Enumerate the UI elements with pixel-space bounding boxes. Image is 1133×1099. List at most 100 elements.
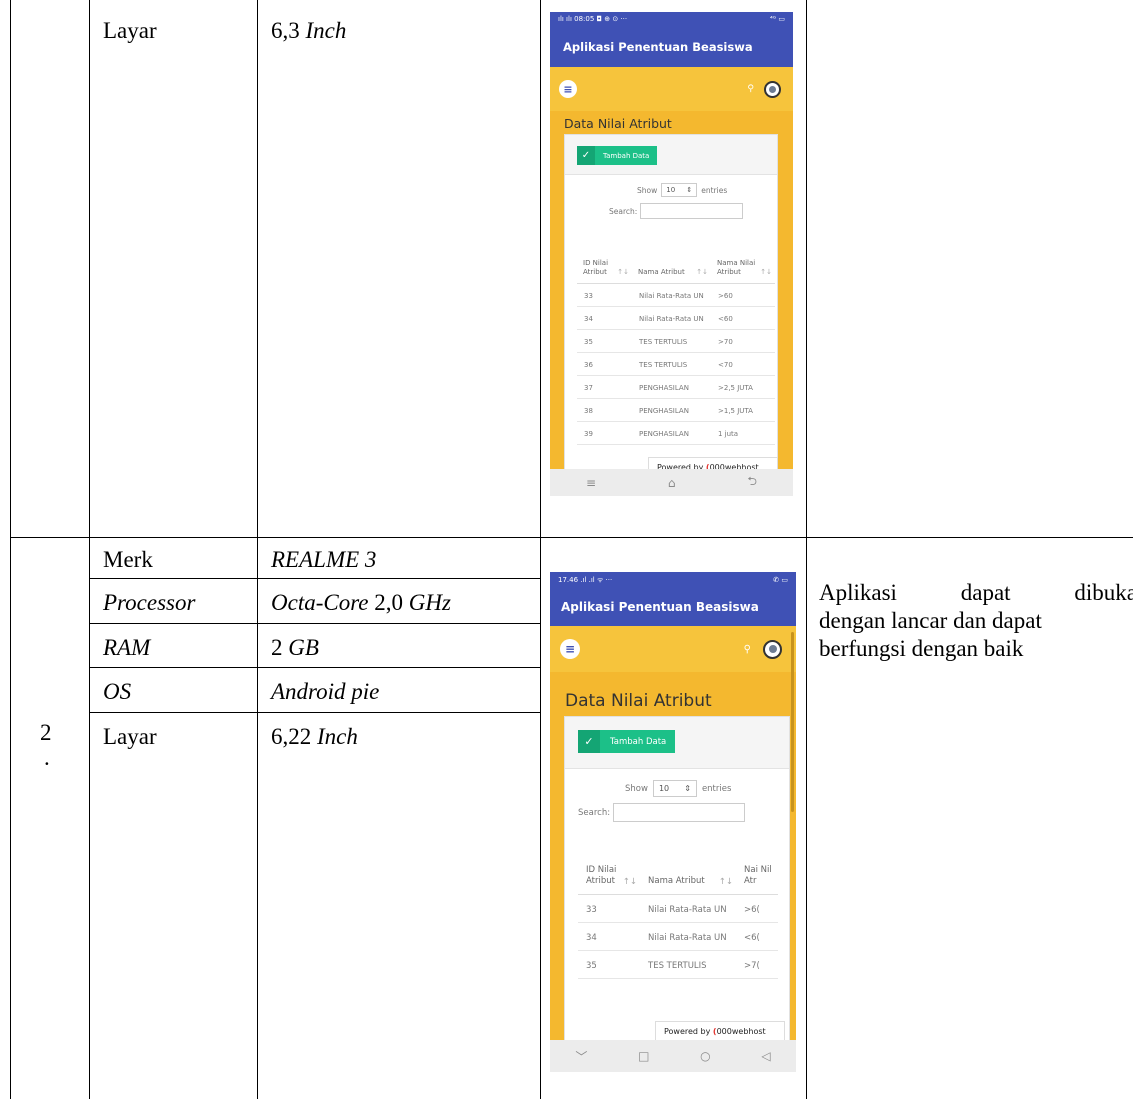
back-icon[interactable]: ◁ <box>761 1049 770 1063</box>
cell-nilai: <6( <box>736 922 778 951</box>
status-right: ⁴ᴳ ▭ <box>769 15 785 23</box>
spec-line-merk <box>89 578 540 579</box>
cell-nilai: >7( <box>736 950 778 979</box>
app-title: Aplikasi Penentuan Beasiswa <box>561 600 759 614</box>
page-scrollbar[interactable] <box>791 632 794 812</box>
cell-id: 35 <box>577 329 632 353</box>
recents-icon[interactable]: □ <box>638 1049 649 1063</box>
processor-unit: GHz <box>408 590 451 615</box>
android-nav-bar: ≡ ⌂ ⮌ <box>550 469 793 496</box>
spec-value-processor: Octa-Core 2,0 GHz <box>271 590 451 616</box>
page-title: Data Nilai Atribut <box>565 691 712 711</box>
cell-atribut: TES TERTULIS <box>632 329 711 353</box>
cell-atribut: PENGHASILAN <box>632 375 711 399</box>
avatar-image <box>768 645 777 653</box>
spec-label-merk: Merk <box>103 547 153 572</box>
back-icon[interactable]: ⮌ <box>747 472 757 493</box>
cell-id: 33 <box>578 894 640 923</box>
entries-select[interactable]: 10 ⇕ <box>652 780 697 797</box>
table-row: 35 TES TERTULIS >70 <box>577 329 775 353</box>
table-border-col4 <box>806 0 807 1099</box>
app-title-bar: Aplikasi Penentuan Beasiswa <box>550 588 796 626</box>
spec-label-processor: Processor <box>103 590 196 615</box>
spec-value-merk: REALME 3 <box>271 547 377 572</box>
result-line-1: Aplikasi dapat dibuka <box>819 579 1133 607</box>
menu-icon[interactable]: ≡ <box>560 639 580 659</box>
spec-value-number: 6,3 <box>271 18 300 43</box>
table-row: 34 Nilai Rata-Rata UN <60 <box>577 306 775 330</box>
powered-by-badge[interactable]: Powered by (000webhost <box>655 1021 785 1042</box>
data-card: ✓ Tambah Data Show 10 ⇕ entries Search: I… <box>564 134 778 474</box>
entries-label: entries <box>701 185 728 195</box>
sort-icon: ↑↓ <box>718 876 733 887</box>
card-header: ✓ Tambah Data <box>565 717 789 769</box>
table-row: 35 TES TERTULIS >7( <box>578 950 778 979</box>
app-toolbar: ≡ ⚲ <box>550 626 796 672</box>
table-border-col2 <box>257 0 258 1099</box>
result-word-1: Aplikasi <box>819 580 897 605</box>
check-icon: ✓ <box>577 146 595 165</box>
recents-icon[interactable]: ≡ <box>586 476 596 490</box>
search-input[interactable] <box>640 203 744 219</box>
select-arrows-icon: ⇕ <box>686 186 693 194</box>
cell-nilai: >60 <box>711 283 775 307</box>
column-header-label: Nama Atribut <box>648 875 705 886</box>
spec-label-os: OS <box>103 679 132 704</box>
cell-atribut: Nilai Rata-Rata UN <box>640 894 736 923</box>
spec-value-layar-1: 6,3 Inch <box>271 18 346 44</box>
spec-label-layar-1: Layar <box>103 18 157 43</box>
entries-length: Show 10 ⇕ entries <box>625 780 731 797</box>
cell-id: 35 <box>578 950 640 979</box>
column-header-nilai[interactable]: Nai Nil Atr <box>736 833 778 895</box>
layar-unit: Inch <box>317 724 358 749</box>
add-data-button[interactable]: ✓ Tambah Data <box>577 146 658 165</box>
search-label: Search: <box>609 206 638 216</box>
table-search: Search: <box>609 203 744 219</box>
entries-value: 10 <box>658 784 670 793</box>
avatar[interactable] <box>763 639 782 659</box>
page-title: Data Nilai Atribut <box>564 116 672 131</box>
app-title-bar: Aplikasi Penentuan Beasiswa <box>550 26 793 67</box>
entries-label: entries <box>701 783 732 794</box>
table-row: 37 PENGHASILAN >2,5 JUTA <box>577 375 775 399</box>
cell-nilai: >70 <box>711 329 775 353</box>
cell-id: 37 <box>577 375 632 399</box>
cell-nilai: >1,5 JUTA <box>711 398 775 422</box>
result-word-2: dapat <box>960 580 1011 605</box>
column-header-id[interactable]: ID Nilai Atribut ↑↓ <box>577 229 632 284</box>
table-header-row: ID Nilai Atribut ↑↓ Nama Atribut ↑↓ Nama N… <box>577 229 775 284</box>
avatar[interactable] <box>764 80 781 98</box>
cell-id: 38 <box>577 398 632 422</box>
cell-nilai: 1 juta <box>711 421 775 445</box>
column-header-atribut[interactable]: Nama Atribut ↑↓ <box>632 229 711 284</box>
cell-atribut: Nilai Rata-Rata UN <box>632 283 711 307</box>
column-header-atribut[interactable]: Nama Atribut ↑↓ <box>640 833 736 895</box>
cell-atribut: PENGHASILAN <box>632 398 711 422</box>
search-icon[interactable]: ⚲ <box>747 84 754 94</box>
entries-select[interactable]: 10 ⇕ <box>661 183 698 197</box>
cell-id: 33 <box>577 283 632 307</box>
menu-icon[interactable]: ≡ <box>559 80 577 98</box>
show-label: Show <box>637 185 658 195</box>
spec-line-processor <box>89 623 540 624</box>
home-icon[interactable]: ⌂ <box>668 476 676 490</box>
spec-line-os <box>89 712 540 713</box>
ram-amount: 2 <box>271 635 289 660</box>
search-icon[interactable]: ⚲ <box>744 644 751 655</box>
column-header-label: ID Nilai Atribut <box>586 864 617 886</box>
sort-icon: ↑↓ <box>696 267 708 276</box>
column-header-nilai[interactable]: Nama Nilai Atribut ↑↓ <box>711 229 775 284</box>
cell-id: 34 <box>578 922 640 951</box>
add-data-button[interactable]: ✓ Tambah Data <box>578 730 676 753</box>
column-header-id[interactable]: ID Nilai Atribut ↑↓ <box>578 833 640 895</box>
column-header-label: ID Nilai Atribut <box>583 258 609 276</box>
hide-nav-icon[interactable]: ﹀ <box>575 1048 587 1065</box>
powered-by-label: Powered by <box>664 1027 711 1036</box>
home-icon[interactable]: ○ <box>700 1049 710 1063</box>
layar-number: 6,22 <box>271 724 312 749</box>
check-icon: ✓ <box>578 730 600 753</box>
table-header-row: ID Nilai Atribut ↑↓ Nama Atribut ↑↓ Nai Ni… <box>578 833 778 895</box>
search-input[interactable] <box>613 803 746 822</box>
phone-screenshot-1: ılı ılı 08:05 ◘ ⊕ ⊙ ··· ⁴ᴳ ▭ Aplikasi Pe… <box>550 12 793 496</box>
table-row: 38 PENGHASILAN >1,5 JUTA <box>577 398 775 422</box>
